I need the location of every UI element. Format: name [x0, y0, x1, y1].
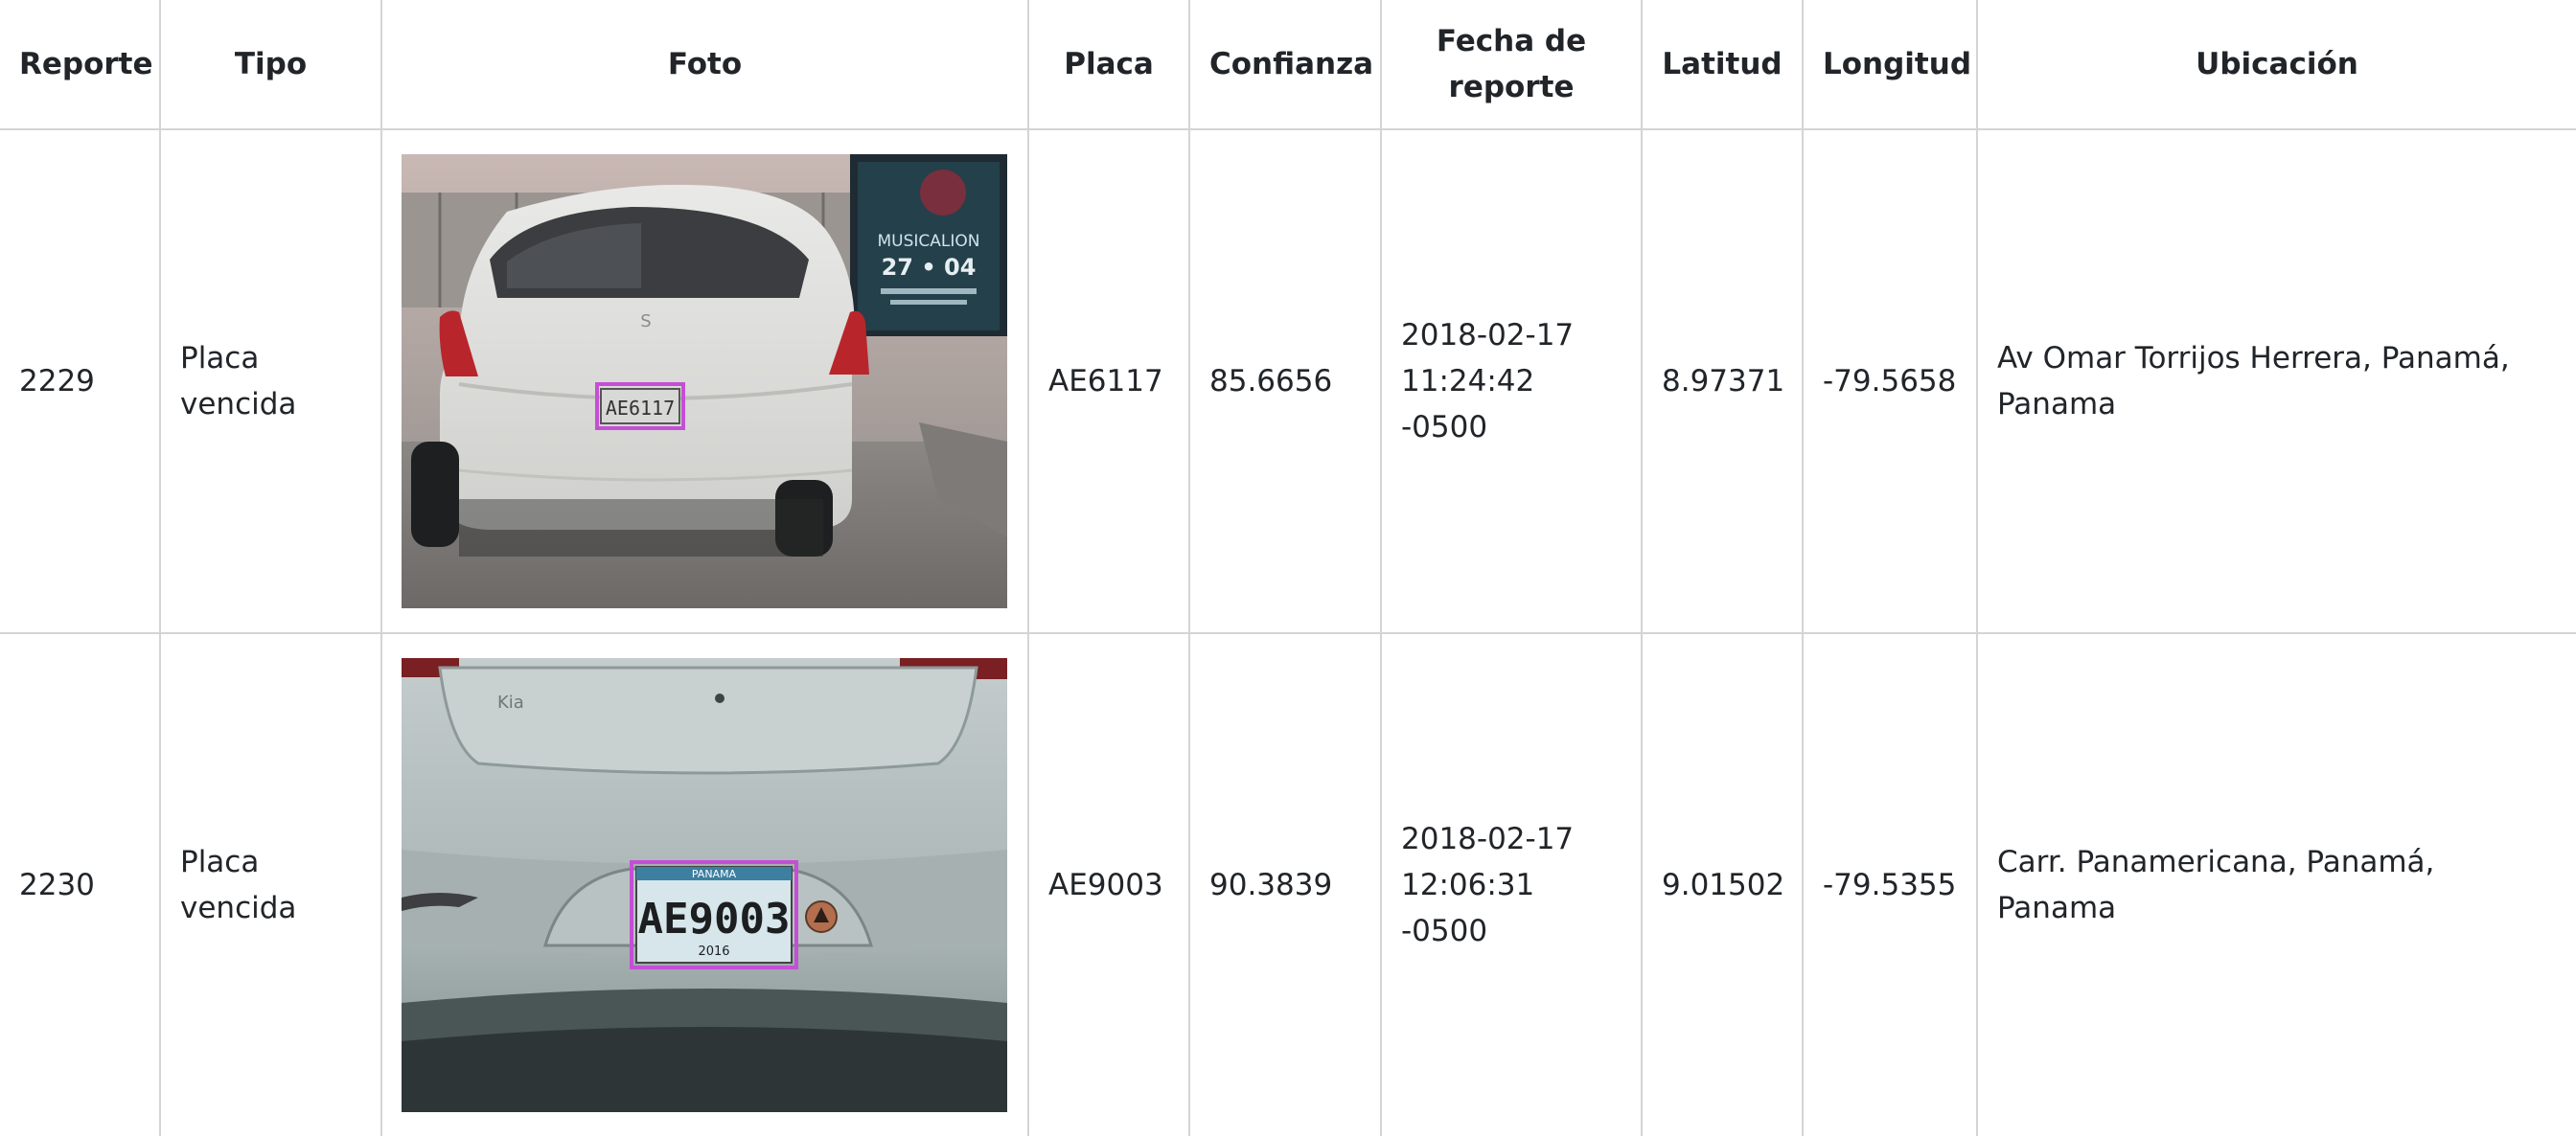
cell-ubicacion-line2: Panama	[1997, 387, 2117, 421]
plate-text: AE9003	[638, 895, 791, 944]
cell-ubicacion: Av Omar Torrijos Herrera, Panamá, Panama	[1976, 128, 2576, 634]
cell-fecha-line1: 2018-02-17	[1401, 318, 1575, 353]
cell-fecha: 2018-02-17 11:24:42 -0500	[1380, 128, 1643, 634]
billboard-text-1: MUSICALION	[878, 232, 980, 251]
header-reporte: Reporte	[0, 0, 161, 130]
cell-tipo-line1: Placa	[180, 341, 260, 376]
header-fecha: Fecha de reporte	[1380, 0, 1643, 130]
cell-latitud: 9.01502	[1641, 632, 1804, 1136]
header-fecha-line1: Fecha de	[1436, 24, 1587, 58]
billboard-text-2: 27 • 04	[882, 254, 977, 281]
header-latitud: Latitud	[1641, 0, 1804, 130]
cell-ubicacion: Carr. Panamericana, Panamá, Panama	[1976, 632, 2576, 1136]
cell-tipo-line2: vencida	[180, 891, 297, 925]
header-placa: Placa	[1027, 0, 1190, 130]
cell-fecha-line2: 12:06:31 -0500	[1401, 868, 1535, 948]
cell-tipo: Placa vencida	[159, 632, 382, 1136]
header-confianza: Confianza	[1188, 0, 1382, 130]
svg-text:S: S	[640, 311, 651, 331]
cell-latitud: 8.97371	[1641, 128, 1804, 634]
reports-table: Reporte Tipo Foto Placa Confianza Fecha …	[0, 0, 2576, 1136]
cell-foto: Kia PANAMA AE9003 2016	[380, 632, 1029, 1136]
cell-reporte: 2230	[0, 632, 161, 1136]
cell-reporte: 2229	[0, 128, 161, 634]
cell-foto: MUSICALION 27 • 04 S AE6117	[380, 128, 1029, 634]
header-row: Reporte Tipo Foto Placa Confianza Fecha …	[0, 0, 2576, 130]
header-longitud: Longitud	[1802, 0, 1978, 130]
header-ubicacion: Ubicación	[1976, 0, 2576, 130]
header-fecha-line2: reporte	[1448, 70, 1575, 104]
cell-tipo: Placa vencida	[159, 128, 382, 634]
cell-confianza: 90.3839	[1188, 632, 1382, 1136]
plate-text: AE6117	[606, 397, 675, 420]
cell-fecha: 2018-02-17 12:06:31 -0500	[1380, 632, 1643, 1136]
table-row: 2230 Placa vencida Kia PANAMA AE9003 201…	[0, 632, 2576, 1136]
cell-confianza: 85.6656	[1188, 128, 1382, 634]
cell-longitud: -79.5355	[1802, 632, 1978, 1136]
cell-fecha-line2: 11:24:42 -0500	[1401, 364, 1535, 444]
table-row: 2229 Placa vencida MUSICALION 27 • 04 S …	[0, 128, 2576, 634]
cell-tipo-line2: vencida	[180, 387, 297, 421]
cell-placa: AE6117	[1027, 128, 1190, 634]
cell-ubicacion-line1: Av Omar Torrijos Herrera, Panamá,	[1997, 341, 2510, 376]
cell-tipo-line1: Placa	[180, 845, 260, 879]
svg-text:Kia: Kia	[497, 693, 524, 713]
header-tipo: Tipo	[159, 0, 382, 130]
vehicle-photo[interactable]: MUSICALION 27 • 04 S AE6117	[402, 154, 1007, 608]
cell-longitud: -79.5658	[1802, 128, 1978, 634]
cell-placa: AE9003	[1027, 632, 1190, 1136]
plate-year-text: 2016	[698, 945, 729, 959]
plate-country-text: PANAMA	[692, 868, 737, 880]
cell-fecha-line1: 2018-02-17	[1401, 822, 1575, 856]
vehicle-photo[interactable]: Kia PANAMA AE9003 2016	[402, 658, 1007, 1112]
header-foto: Foto	[380, 0, 1029, 130]
